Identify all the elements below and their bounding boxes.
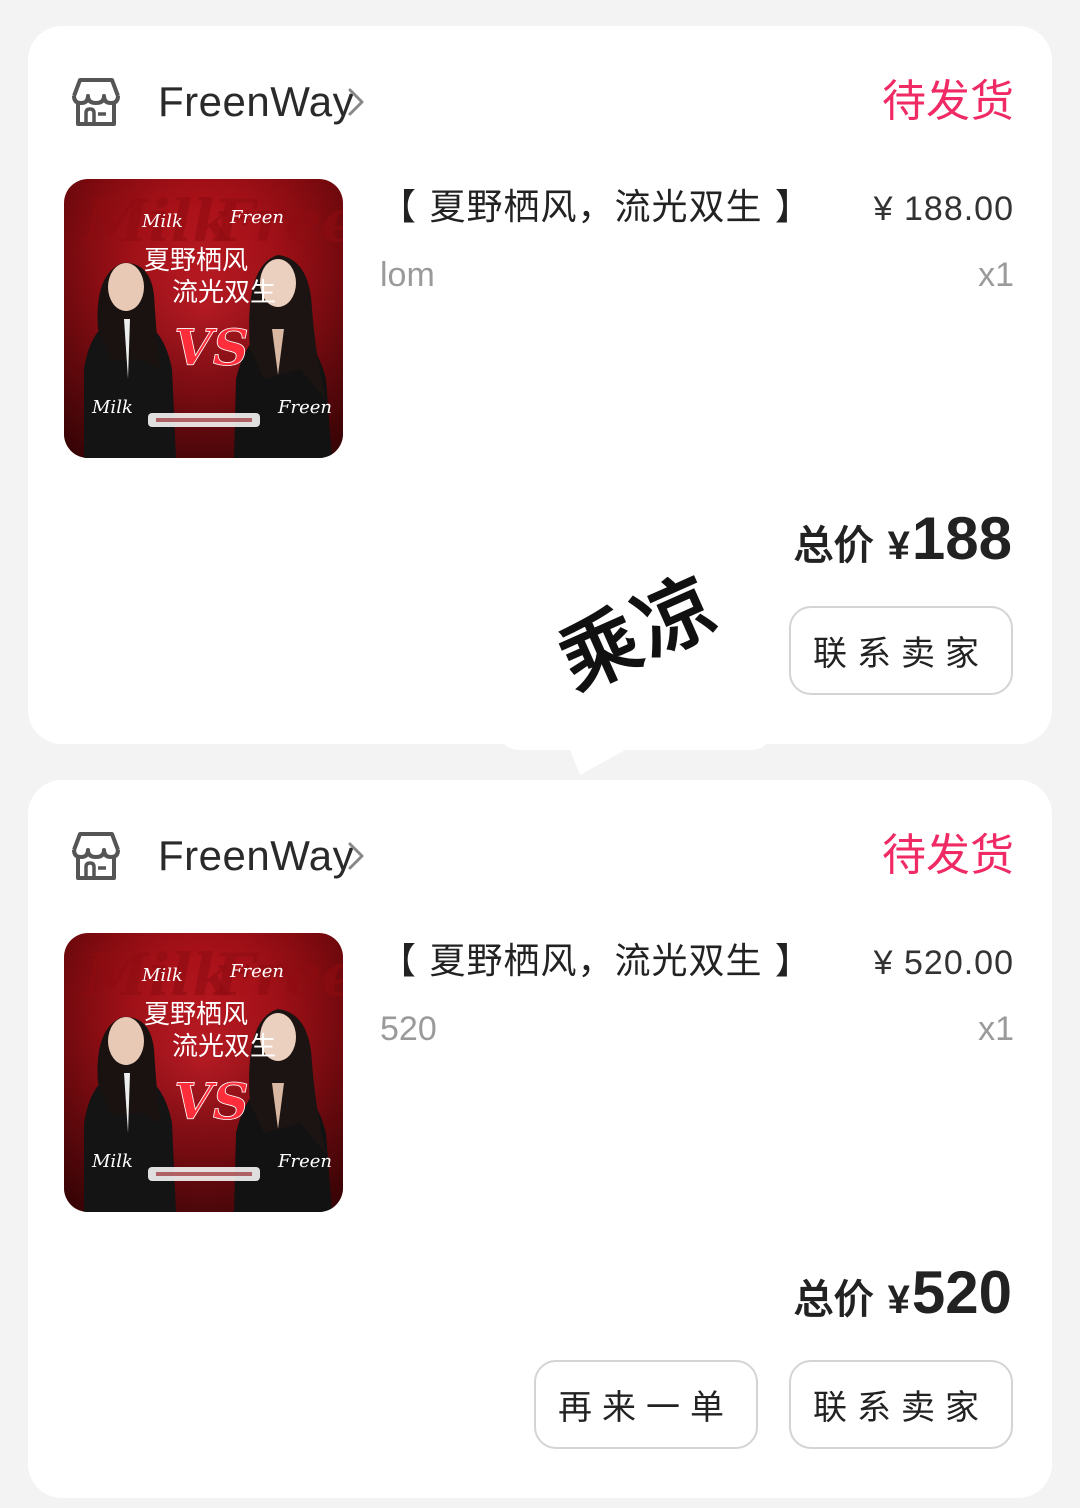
total-currency: ¥ (887, 524, 910, 568)
order-total: 总价 ¥ 520 (794, 1258, 1012, 1328)
order-status: 待发货 (882, 830, 1014, 881)
total-label: 总价 (793, 523, 874, 569)
chevron-right-icon[interactable] (346, 838, 368, 874)
product-image[interactable]: Milk Freen Milk Freen 夏野栖风 流光双生 VS Milk … (64, 179, 343, 458)
image-caption: 流光双生 (172, 278, 276, 308)
image-caption: Milk (141, 211, 183, 232)
total-label: 总价 (793, 1277, 874, 1323)
total-currency: ¥ (887, 1278, 910, 1322)
product-title[interactable]: 【 夏野栖风，流光双生 】 (380, 180, 812, 236)
total-amount: 520 (911, 1259, 1012, 1326)
image-caption: Freen (229, 961, 284, 982)
image-caption: Milk (141, 965, 183, 986)
product-title[interactable]: 【 夏野栖风，流光双生 】 (380, 934, 812, 990)
image-caption: VS (174, 1072, 249, 1131)
image-caption: Freen (229, 207, 284, 228)
contact-seller-button[interactable]: 联系卖家 (789, 606, 1013, 695)
store-icon[interactable] (68, 830, 124, 882)
total-amount: 188 (911, 505, 1012, 572)
image-caption: Milk (91, 1151, 133, 1172)
quantity: x1 (978, 1010, 1014, 1048)
contact-seller-button[interactable]: 联系卖家 (789, 1360, 1013, 1449)
handwritten-overlay: 乘凉 (540, 559, 740, 730)
image-caption: Milk (91, 397, 133, 418)
image-caption: 夏野栖风 (144, 246, 248, 276)
product-image[interactable]: Milk Freen Milk Freen 夏野栖风 流光双生 VS Milk … (64, 933, 343, 1212)
unit-price: ¥ 520.00 (873, 944, 1014, 982)
order-status: 待发货 (882, 76, 1014, 127)
image-caption: 夏野栖风 (144, 1000, 248, 1030)
image-caption: 流光双生 (172, 1032, 276, 1062)
store-name[interactable]: FreenWay (158, 72, 354, 132)
image-caption: Freen (277, 1151, 332, 1172)
order-total: 总价 ¥ 188 (794, 504, 1012, 574)
quantity: x1 (978, 256, 1014, 294)
product-spec: lom (380, 256, 435, 294)
unit-price: ¥ 188.00 (873, 190, 1014, 228)
reorder-button[interactable]: 再来一单 (534, 1360, 758, 1449)
store-icon[interactable] (68, 76, 124, 128)
chevron-right-icon[interactable] (346, 84, 368, 120)
store-name[interactable]: FreenWay (158, 826, 354, 886)
order-card[interactable]: FreenWay 待发货 Milk Freen Milk (28, 780, 1052, 1498)
image-caption: VS (174, 318, 249, 377)
product-spec: 520 (380, 1010, 437, 1048)
image-caption: Freen (277, 397, 332, 418)
